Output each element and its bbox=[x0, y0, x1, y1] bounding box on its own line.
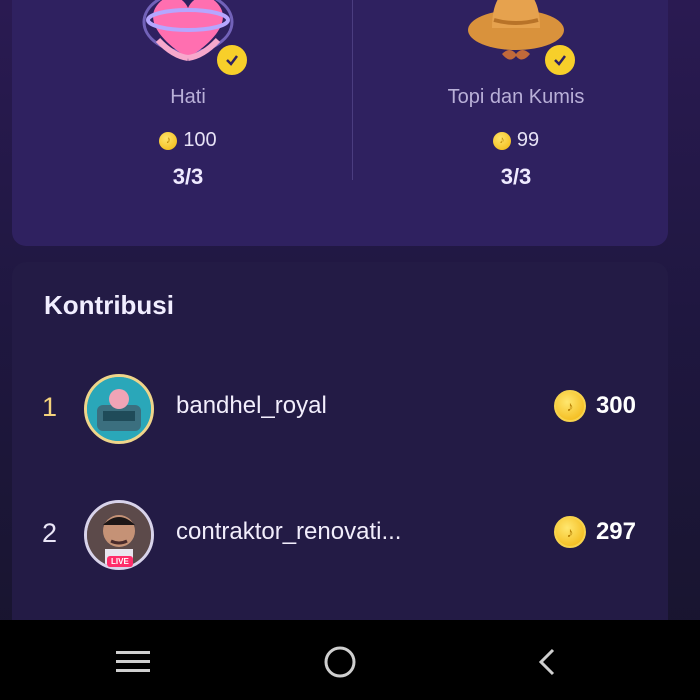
back-icon[interactable] bbox=[527, 642, 567, 682]
gift-count: 3/3 bbox=[172, 164, 204, 189]
score: ♪ 300 bbox=[553, 390, 636, 422]
gift-name: Topi dan Kumis bbox=[447, 86, 585, 108]
gift-item-topi-dan-kumis[interactable]: Topi dan Kumis ♪ 99 3/3 bbox=[366, 0, 666, 190]
home-circle-icon[interactable] bbox=[320, 642, 360, 682]
username[interactable]: bandhel_royal bbox=[176, 392, 327, 420]
avatar[interactable] bbox=[84, 374, 154, 444]
hat-mustache-gift-icon bbox=[466, 0, 578, 78]
gift-price: ♪ 99 bbox=[366, 129, 666, 152]
contribution-card: Kontribusi 1 bandhel_royal ♪ 300 2 LIVE … bbox=[12, 262, 668, 642]
gift-price: ♪ 100 bbox=[38, 129, 338, 152]
gift-count: 3/3 bbox=[500, 164, 532, 189]
system-nav-bar bbox=[0, 620, 700, 700]
heart-gift-icon bbox=[138, 0, 250, 78]
live-badge: LIVE bbox=[107, 556, 133, 567]
check-icon bbox=[542, 42, 578, 78]
coin-icon: ♪ bbox=[492, 131, 511, 150]
section-title: Kontribusi bbox=[44, 290, 174, 320]
divider bbox=[352, 0, 353, 180]
check-icon bbox=[214, 42, 250, 78]
menu-icon[interactable] bbox=[113, 642, 153, 682]
rank-number: 2 bbox=[42, 518, 58, 548]
contributor-row[interactable]: 1 bandhel_royal ♪ 300 bbox=[12, 374, 668, 444]
coin-icon: ♪ bbox=[553, 516, 586, 548]
coin-icon: ♪ bbox=[553, 390, 586, 422]
username[interactable]: contraktor_renovati... bbox=[176, 518, 401, 546]
contributor-row[interactable]: 2 LIVE contraktor_renovati... ♪ 297 bbox=[12, 500, 668, 570]
gift-item-hati[interactable]: Hati ♪ 100 3/3 bbox=[38, 0, 338, 190]
score: ♪ 297 bbox=[553, 516, 636, 548]
gifts-card: Hati ♪ 100 3/3 Topi dan Kumis ♪ 99 3/3 bbox=[12, 0, 668, 246]
coin-icon: ♪ bbox=[159, 131, 178, 150]
gift-name: Hati bbox=[170, 86, 206, 108]
rank-number: 1 bbox=[42, 392, 58, 422]
